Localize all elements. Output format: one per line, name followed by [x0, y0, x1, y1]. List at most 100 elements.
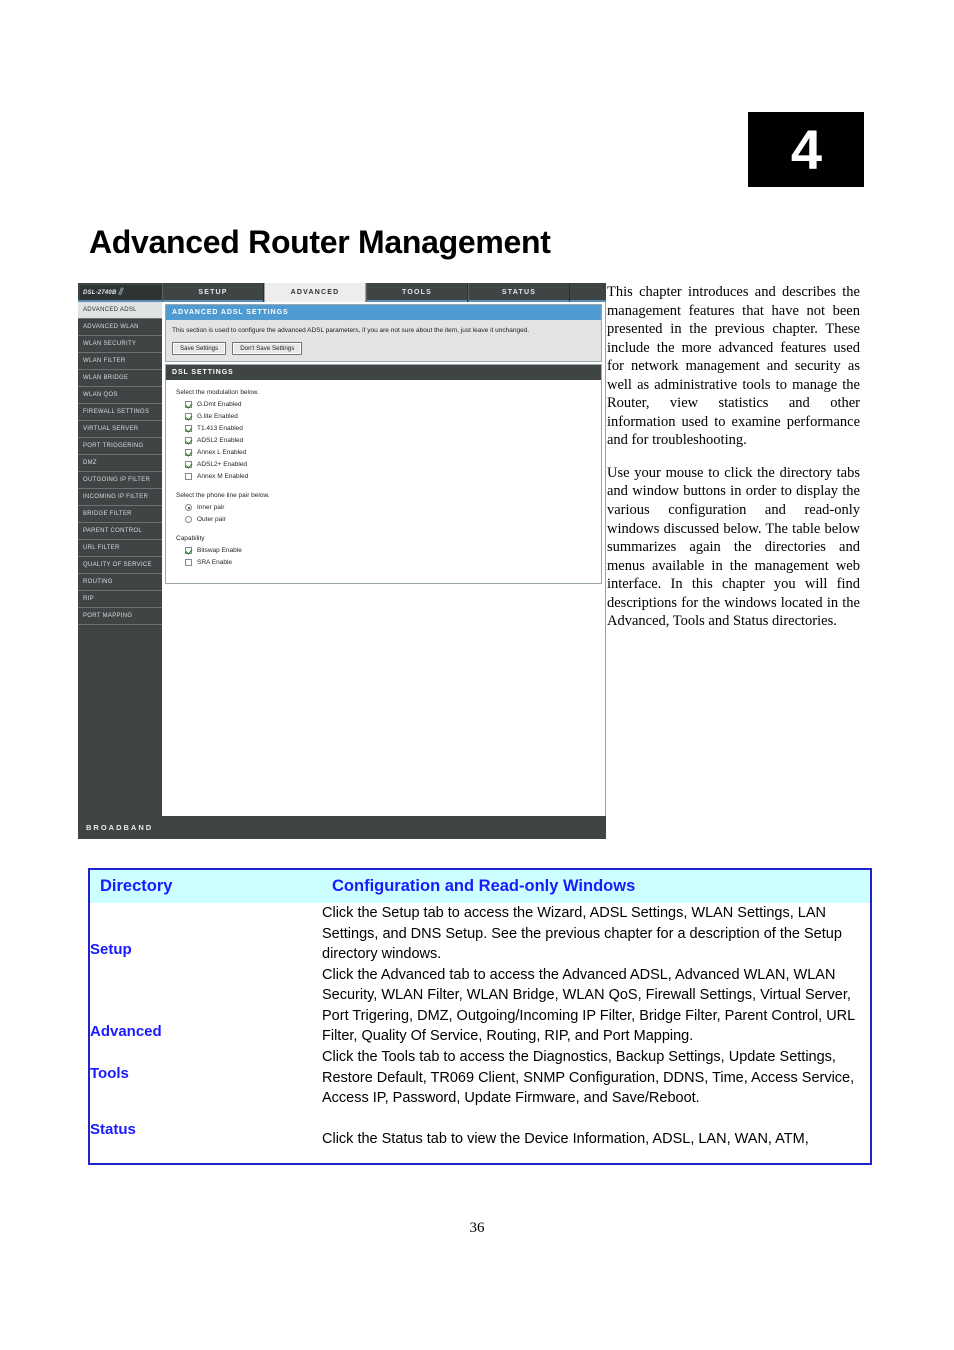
- tab-advanced[interactable]: ADVANCED: [264, 283, 366, 302]
- sidebar-item-wlan-qos[interactable]: WLAN QOS: [78, 387, 162, 404]
- checkbox-checked-icon[interactable]: [185, 425, 192, 433]
- option-label: ADSL2 Enabled: [197, 437, 244, 445]
- option-bitswap-enable[interactable]: Bitswap Enable: [185, 547, 591, 555]
- sidebar-item-quality-of-service[interactable]: QUALITY OF SERVICE: [78, 557, 162, 574]
- table-header-row: Directory Configuration and Read-only Wi…: [90, 870, 870, 903]
- dsl-settings-title: DSL SETTINGS: [166, 365, 601, 381]
- directory-description-status: Click the Status tab to view the Device …: [322, 1130, 809, 1147]
- option-label: SRA Enable: [197, 559, 233, 567]
- chapter-number-badge: 4: [748, 112, 864, 187]
- advanced-adsl-settings-body: This section is used to configure the ad…: [166, 320, 601, 362]
- router-tab-bar: SETUP ADVANCED TOOLS STATUS: [162, 283, 570, 302]
- table-row: Tools Click the Tools tab to access the …: [90, 1047, 870, 1109]
- sidebar-item-incoming-ip-filter[interactable]: INCOMING IP FILTER: [78, 489, 162, 506]
- directory-name-status: Status: [90, 1120, 136, 1138]
- option-label: Annex M Enabled: [197, 473, 249, 481]
- directory-name-tools: Tools: [90, 1065, 129, 1083]
- sidebar-item-url-filter[interactable]: URL FILTER: [78, 540, 162, 557]
- capability-label: Capability: [176, 535, 205, 543]
- option-adsl2plus-enabled[interactable]: ADSL2+ Enabled: [185, 461, 591, 469]
- option-sra-enable[interactable]: SRA Enable: [185, 559, 591, 567]
- sidebar-item-port-triggering[interactable]: PORT TRIGGERING: [78, 438, 162, 455]
- option-label: ADSL2+ Enabled: [197, 461, 248, 469]
- option-outer-pair[interactable]: Outer pair: [185, 516, 591, 524]
- dsl-settings-body: Select the modulation below. G.Dmt Enabl…: [166, 380, 601, 584]
- sidebar-item-wlan-bridge[interactable]: WLAN BRIDGE: [78, 370, 162, 387]
- directory-description-advanced: Click the Advanced tab to access the Adv…: [322, 966, 855, 1045]
- directory-description-setup: Click the Setup tab to access the Wizard…: [322, 905, 842, 963]
- tab-setup[interactable]: SETUP: [162, 283, 264, 302]
- option-label: G.Dmt Enabled: [197, 401, 242, 409]
- sidebar-item-advanced-wlan[interactable]: ADVANCED WLAN: [78, 319, 162, 336]
- option-adsl2-enabled[interactable]: ADSL2 Enabled: [185, 437, 591, 445]
- sidebar-item-routing[interactable]: ROUTING: [78, 574, 162, 591]
- phone-line-pair-label: Select the phone line pair below.: [176, 492, 270, 500]
- option-t1413-enabled[interactable]: T1.413 Enabled: [185, 425, 591, 433]
- option-label: Inner pair: [197, 504, 225, 512]
- table-header-directory: Directory: [90, 870, 322, 903]
- option-label: Outer pair: [197, 516, 226, 524]
- sidebar-item-rip[interactable]: RIP: [78, 591, 162, 608]
- option-annex-l-enabled[interactable]: Annex L Enabled: [185, 449, 591, 457]
- option-label: T1.413 Enabled: [197, 425, 243, 433]
- tab-status[interactable]: STATUS: [468, 283, 570, 302]
- sidebar-item-outgoing-ip-filter[interactable]: OUTGOING IP FILTER: [78, 472, 162, 489]
- dsl-settings-panel: DSL SETTINGS Select the modulation below…: [165, 364, 602, 585]
- body-text-column: This chapter introduces and describes th…: [607, 283, 860, 645]
- sidebar-item-advanced-adsl[interactable]: ADVANCED ADSL: [78, 302, 162, 319]
- sidebar-item-port-mapping[interactable]: PORT MAPPING: [78, 608, 162, 625]
- radio-selected-icon[interactable]: [185, 504, 192, 512]
- router-model-label: DSL-2740B: [83, 289, 117, 296]
- save-settings-button[interactable]: Save Settings: [172, 342, 227, 356]
- page-number: 36: [469, 1220, 485, 1236]
- sidebar-item-firewall-settings[interactable]: FIREWALL SETTINGS: [78, 404, 162, 421]
- table-header-windows: Configuration and Read-only Windows: [322, 870, 870, 903]
- option-label: Annex L Enabled: [197, 449, 247, 457]
- modulation-label: Select the modulation below.: [176, 389, 259, 397]
- logo-slashes-icon: //: [118, 287, 123, 298]
- router-footer-label: BROADBAND: [86, 823, 154, 832]
- checkbox-checked-icon[interactable]: [185, 401, 192, 409]
- option-label: Bitswap Enable: [197, 547, 242, 555]
- directory-table: Directory Configuration and Read-only Wi…: [88, 868, 872, 1166]
- sidebar-item-virtual-server[interactable]: VIRTUAL SERVER: [78, 421, 162, 438]
- tab-tools[interactable]: TOOLS: [366, 283, 468, 302]
- checkbox-checked-icon[interactable]: [185, 547, 192, 555]
- page-title: Advanced Router Management: [89, 224, 551, 261]
- dont-save-settings-button[interactable]: Don't Save Settings: [232, 342, 303, 356]
- advanced-adsl-description: This section is used to configure the ad…: [172, 327, 530, 334]
- intro-paragraph-2: Use your mouse to click the directory ta…: [607, 464, 860, 630]
- directory-description-tools: Click the Tools tab to access the Diagno…: [322, 1049, 855, 1107]
- directory-name-setup: Setup: [90, 941, 132, 958]
- checkbox-checked-icon[interactable]: [185, 461, 192, 469]
- checkbox-checked-icon[interactable]: [185, 437, 192, 445]
- sidebar-item-parent-control[interactable]: PARENT CONTROL: [78, 523, 162, 540]
- table-row: Setup Click the Setup tab to access the …: [90, 903, 870, 965]
- radio-unselected-icon[interactable]: [185, 516, 192, 524]
- advanced-adsl-settings-title: ADVANCED ADSL SETTINGS: [166, 305, 601, 320]
- checkbox-unchecked-icon[interactable]: [185, 473, 192, 481]
- router-top-bar: DSL-2740B // SETUP ADVANCED TOOLS STATUS: [78, 283, 606, 302]
- checkbox-unchecked-icon[interactable]: [185, 559, 192, 567]
- option-gdmt-enabled[interactable]: G.Dmt Enabled: [185, 401, 591, 409]
- directory-name-advanced: Advanced: [90, 1022, 162, 1040]
- option-glite-enabled[interactable]: G.lite Enabled: [185, 413, 591, 421]
- checkbox-checked-icon[interactable]: [185, 413, 192, 421]
- sidebar-item-bridge-filter[interactable]: BRIDGE FILTER: [78, 506, 162, 523]
- sidebar-item-wlan-filter[interactable]: WLAN FILTER: [78, 353, 162, 370]
- option-label: G.lite Enabled: [197, 413, 238, 421]
- table-row: Status Click the Status tab to view the …: [90, 1109, 870, 1164]
- router-logo: DSL-2740B //: [80, 285, 162, 300]
- settings-button-row: Save Settings Don't Save Settings: [172, 342, 595, 356]
- sidebar-item-dmz[interactable]: DMZ: [78, 455, 162, 472]
- router-main-content: ADVANCED ADSL SETTINGS This section is u…: [162, 302, 606, 816]
- option-annex-m-enabled[interactable]: Annex M Enabled: [185, 473, 591, 481]
- checkbox-checked-icon[interactable]: [185, 449, 192, 457]
- sidebar-item-wlan-security[interactable]: WLAN SECURITY: [78, 336, 162, 353]
- intro-paragraph-1: This chapter introduces and describes th…: [607, 284, 860, 449]
- router-sidebar: ADVANCED ADSL ADVANCED WLAN WLAN SECURIT…: [78, 302, 162, 816]
- router-ui-screenshot: DSL-2740B // SETUP ADVANCED TOOLS STATUS…: [78, 283, 606, 839]
- option-inner-pair[interactable]: Inner pair: [185, 504, 591, 512]
